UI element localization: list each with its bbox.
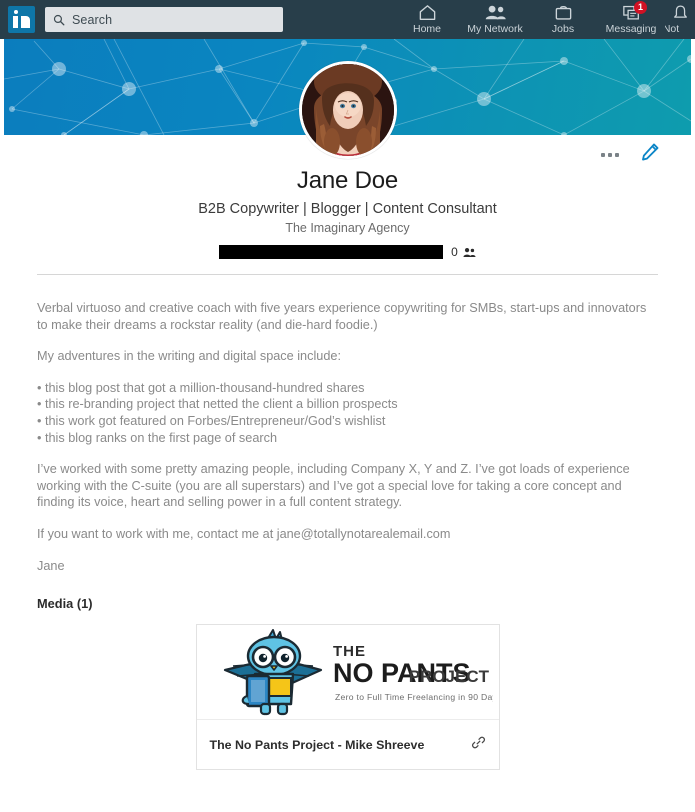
dot-3: [615, 152, 619, 157]
profile-header: Jane Doe B2B Copywriter | Blogger | Cont…: [0, 61, 695, 281]
connections-row: 0: [0, 245, 695, 259]
nav-item-home[interactable]: Home: [393, 3, 461, 35]
header-divider: [37, 274, 658, 275]
media-thumbnail: THE NO PANTS PROJECT Zero to Full Time F…: [196, 625, 499, 720]
chain-link-icon[interactable]: [471, 735, 486, 755]
redacted-location-bar: [219, 245, 444, 259]
profile-name: Jane Doe: [296, 167, 399, 194]
messaging-badge: 1: [634, 1, 647, 14]
summary-signature: Jane: [37, 558, 65, 573]
connections-count: 0: [451, 245, 458, 259]
media-card-footer: The No Pants Project - Mike Shreeve: [196, 719, 499, 769]
profile-headline: B2B Copywriter | Blogger | Content Consu…: [198, 201, 497, 217]
search-placeholder: Search: [72, 12, 113, 27]
summary-paragraph-3: I’ve worked with some pretty amazing peo…: [37, 462, 630, 510]
media-section-title: Media (1): [37, 596, 93, 612]
linkedin-logo-icon[interactable]: [8, 6, 35, 33]
summary-paragraph-2: My adventures in the writing and digital…: [37, 349, 341, 364]
avatar-photo: [301, 64, 394, 156]
dot-2: [608, 152, 612, 157]
nav-label-messaging: Messaging: [605, 23, 657, 35]
summary-paragraph-4: If you want to work with me, contact me …: [37, 526, 451, 541]
list-item: this blog post that got a million-thousa…: [37, 380, 658, 397]
nav-label-home: Home: [412, 23, 441, 35]
media-card[interactable]: THE NO PANTS PROJECT Zero to Full Time F…: [195, 624, 500, 771]
summary-paragraph-1: Verbal virtuoso and creative coach with …: [37, 301, 647, 332]
jobs-briefcase-icon: [554, 3, 573, 22]
profile-avatar[interactable]: [298, 61, 397, 159]
summary-bullet-list: this blog post that got a million-thousa…: [37, 380, 658, 446]
nav-item-messaging[interactable]: 1 Messaging: [597, 1, 665, 35]
nav-label-my-network: My Network: [467, 23, 523, 35]
profile-company: The Imaginary Agency: [285, 221, 410, 235]
nav-item-notifications[interactable]: Not: [665, 3, 695, 35]
search-icon: [53, 14, 65, 25]
list-item: this blog ranks on the first page of sea…: [37, 430, 658, 447]
search-input[interactable]: Search: [45, 7, 283, 32]
nav-item-my-network[interactable]: My Network: [461, 3, 529, 35]
top-navigation-bar: Search Home My Network Jobs 1 Messaging …: [0, 0, 695, 39]
logo-n-right: [25, 16, 30, 28]
list-item: this work got featured on Forbes/Entrepr…: [37, 413, 658, 430]
media-card-caption: The No Pants Project - Mike Shreeve: [209, 737, 425, 752]
network-icon: [484, 3, 507, 22]
logo-i-stem: [13, 16, 18, 28]
profile-summary: Verbal virtuoso and creative coach with …: [0, 281, 695, 574]
profile-actions: [601, 143, 659, 166]
nav-item-jobs[interactable]: Jobs: [529, 3, 597, 35]
notifications-bell-icon: [672, 3, 689, 22]
edit-profile-icon[interactable]: [641, 143, 659, 166]
list-item: this re-branding project that netted the…: [37, 396, 658, 413]
home-icon: [418, 3, 437, 22]
svg-text:PROJECT: PROJECT: [408, 667, 489, 686]
dot-1: [601, 152, 605, 157]
connections-people-icon: [463, 247, 476, 258]
no-pants-project-logo-icon: THE NO PANTS PROJECT Zero to Full Time F…: [202, 626, 493, 719]
nav-items: Home My Network Jobs 1 Messaging Not: [393, 0, 695, 39]
nav-label-notifications: Not: [665, 23, 680, 35]
nav-label-jobs: Jobs: [551, 23, 575, 35]
logo-dot: [14, 10, 18, 14]
svg-text:Zero to Full Time Freelancing: Zero to Full Time Freelancing in 90 Days…: [335, 692, 493, 702]
more-options-icon[interactable]: [601, 152, 619, 157]
